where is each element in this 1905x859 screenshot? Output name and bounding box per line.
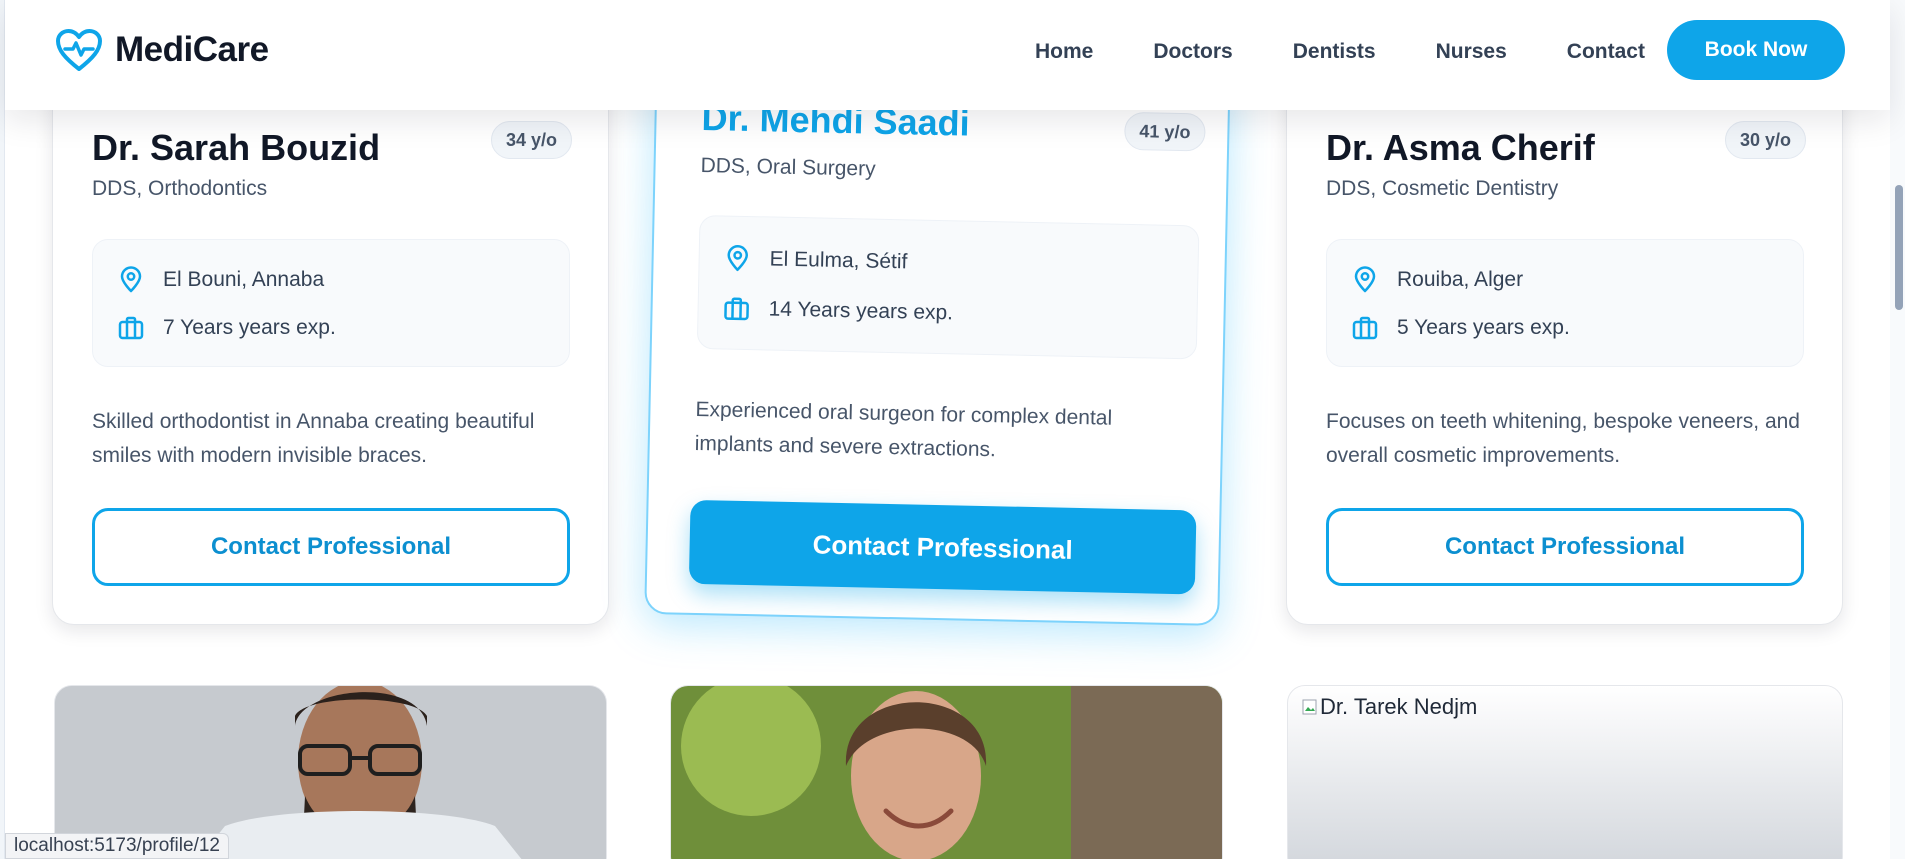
doctor-card: Dr. Asma Cherif 30 y/o DDS, Cosmetic Den… [1286, 70, 1843, 625]
briefcase-icon [724, 297, 749, 321]
doctor-specialty: DDS, Cosmetic Dentistry [1326, 177, 1559, 200]
heart-pulse-icon [56, 29, 102, 71]
experience-text: 7 Years years exp. [163, 316, 336, 339]
broken-image: Dr. Tarek Nedjm [1302, 694, 1477, 720]
location-text: El Eulma, Sétif [769, 247, 908, 274]
map-pin-icon [1354, 266, 1376, 293]
navbar: MediCare Home Doctors Dentists Nurses Co… [5, 0, 1890, 110]
experience-row: 14 Years years exp. [722, 294, 953, 327]
doctor-description: Skilled orthodontist in Annaba creating … [92, 410, 535, 467]
info-box: El Eulma, Sétif 14 Years years exp. [696, 214, 1200, 360]
doctor-photo-card[interactable]: Dr. Tarek Nedjm [1287, 685, 1843, 859]
briefcase-icon [118, 316, 144, 340]
doctor-description: Experienced oral surgeon for complex den… [694, 397, 1113, 462]
nav-home[interactable]: Home [1035, 40, 1093, 64]
nav-nurses[interactable]: Nurses [1436, 40, 1507, 64]
brand-name: MediCare [115, 30, 269, 69]
info-box: El Bouni, Annaba 7 Years years exp. [92, 239, 570, 367]
doctor-name: Dr. Sarah Bouzid [92, 127, 381, 168]
doctor-photo [671, 686, 1222, 859]
experience-row: 5 Years years exp. [1351, 314, 1570, 342]
age-badge: 34 y/o [491, 121, 573, 159]
doctor-specialty: DDS, Orthodontics [92, 177, 268, 200]
experience-text: 14 Years years exp. [768, 297, 954, 325]
contact-professional-button[interactable]: Contact Professional [92, 508, 570, 586]
book-now-button[interactable]: Book Now [1667, 20, 1845, 80]
status-bar-url: localhost:5173/profile/12 [5, 833, 229, 859]
nav-doctors[interactable]: Doctors [1153, 40, 1232, 64]
nav-links: Home Doctors Dentists Nurses Contact [1035, 40, 1705, 64]
contact-professional-button[interactable]: Contact Professional [1326, 508, 1804, 586]
experience-row: 7 Years years exp. [117, 314, 336, 342]
doctor-card-featured: Dr. Mehdi Saadi 41 y/o DDS, Oral Surgery… [644, 54, 1231, 626]
location-row: El Bouni, Annaba [117, 266, 324, 294]
broken-image-icon [1302, 699, 1317, 715]
doctor-name: Dr. Asma Cherif [1326, 127, 1595, 168]
doctor-specialty: DDS, Oral Surgery [700, 154, 876, 181]
location-row: El Eulma, Sétif [723, 245, 908, 277]
brand[interactable]: MediCare [55, 28, 269, 72]
location-text: El Bouni, Annaba [163, 268, 325, 291]
scrollbar-thumb[interactable] [1895, 185, 1903, 310]
doctor-description: Focuses on teeth whitening, bespoke vene… [1326, 410, 1800, 467]
doctor-card: Dr. Sarah Bouzid 34 y/o DDS, Orthodontic… [52, 70, 609, 625]
broken-image-alt: Dr. Tarek Nedjm [1320, 694, 1478, 719]
map-pin-icon [120, 266, 142, 293]
location-text: Rouiba, Alger [1397, 268, 1524, 291]
map-pin-icon [727, 245, 748, 272]
experience-text: 5 Years years exp. [1397, 316, 1570, 339]
briefcase-icon [1352, 316, 1378, 340]
age-badge: 41 y/o [1124, 111, 1206, 152]
nav-dentists[interactable]: Dentists [1293, 40, 1376, 64]
window-edge [0, 0, 5, 859]
info-box: Rouiba, Alger 5 Years years exp. [1326, 239, 1804, 367]
location-row: Rouiba, Alger [1351, 266, 1523, 294]
nav-contact[interactable]: Contact [1567, 40, 1645, 64]
age-badge: 30 y/o [1725, 121, 1807, 159]
doctor-photo-card[interactable] [670, 685, 1223, 859]
contact-professional-button[interactable]: Contact Professional [688, 499, 1197, 595]
scrollbar-track[interactable] [1890, 0, 1905, 859]
